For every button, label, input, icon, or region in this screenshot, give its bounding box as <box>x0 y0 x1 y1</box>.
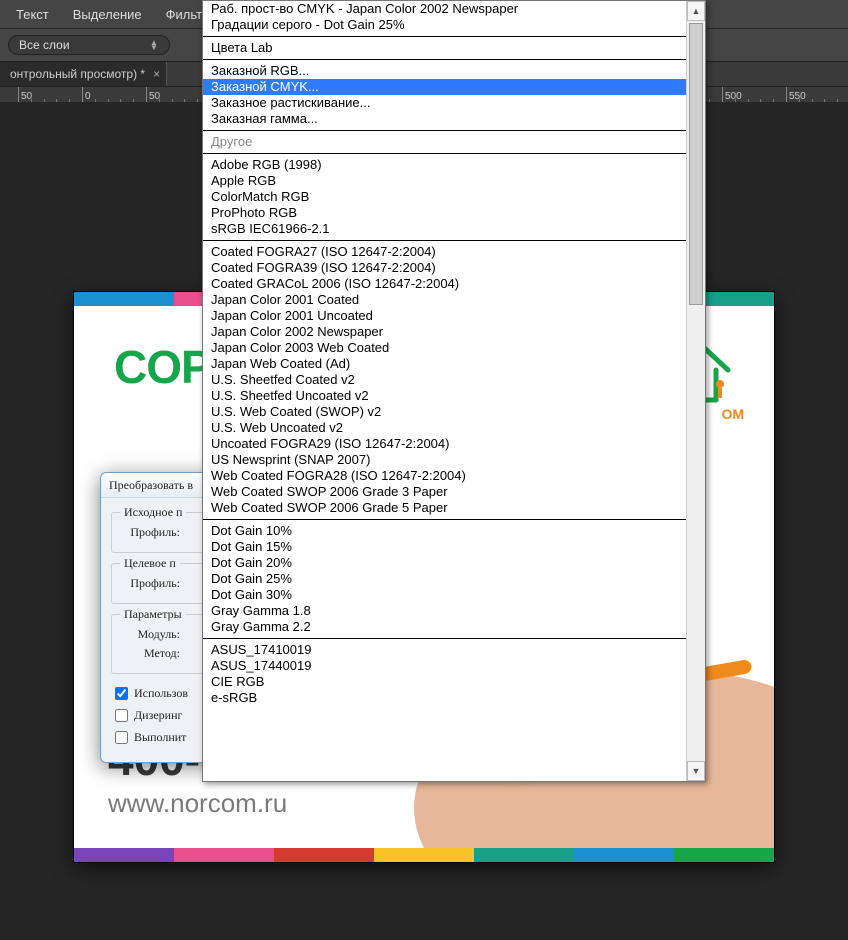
label-profile-dst: Профиль: <box>120 576 180 591</box>
checkbox-flatten-label: Выполнит <box>134 730 186 745</box>
color-stripe-bottom <box>74 848 774 862</box>
document-tab-title: онтрольный просмотр) * <box>10 67 145 81</box>
dropdown-item[interactable]: Japan Color 2003 Web Coated <box>203 340 687 356</box>
dropdown-item[interactable]: Заказной RGB... <box>203 63 687 79</box>
menu-select[interactable]: Выделение <box>61 3 154 26</box>
url-text: www.norcom.ru <box>108 788 287 819</box>
dropdown-separator <box>203 240 687 241</box>
dropdown-separator <box>203 638 687 639</box>
layer-selector-label: Все слои <box>19 38 70 52</box>
chevron-updown-icon: ▲▼ <box>149 40 159 50</box>
scroll-track[interactable] <box>687 21 705 761</box>
dropdown-separator <box>203 153 687 154</box>
dropdown-item[interactable]: Web Coated SWOP 2006 Grade 3 Paper <box>203 484 687 500</box>
dropdown-item[interactable]: Coated FOGRA27 (ISO 12647-2:2004) <box>203 244 687 260</box>
dropdown-item[interactable]: CIE RGB <box>203 674 687 690</box>
dropdown-item[interactable]: Dot Gain 25% <box>203 571 687 587</box>
dropdown-item[interactable]: Adobe RGB (1998) <box>203 157 687 173</box>
dropdown-separator <box>203 59 687 60</box>
dropdown-item[interactable]: Dot Gain 20% <box>203 555 687 571</box>
dropdown-item[interactable]: Uncoated FOGRA29 (ISO 12647-2:2004) <box>203 436 687 452</box>
label-profile-src: Профиль: <box>120 525 180 540</box>
dropdown-item[interactable]: ASUS_17410019 <box>203 642 687 658</box>
close-icon[interactable]: × <box>153 67 160 81</box>
dropdown-item[interactable]: Градации серого - Dot Gain 25% <box>203 17 687 33</box>
scroll-up-button[interactable]: ▲ <box>687 1 705 21</box>
dropdown-item[interactable]: ColorMatch RGB <box>203 189 687 205</box>
dropdown-separator <box>203 519 687 520</box>
legend-params: Параметры <box>120 607 186 622</box>
dropdown-item[interactable]: U.S. Sheetfed Coated v2 <box>203 372 687 388</box>
menu-text[interactable]: Текст <box>4 3 61 26</box>
dropdown-item[interactable]: Japan Color 2001 Uncoated <box>203 308 687 324</box>
dropdown-item[interactable]: U.S. Web Uncoated v2 <box>203 420 687 436</box>
dropdown-item[interactable]: Заказной CMYK... <box>203 79 687 95</box>
dropdown-item[interactable]: Gray Gamma 1.8 <box>203 603 687 619</box>
dropdown-item[interactable]: Coated FOGRA39 (ISO 12647-2:2004) <box>203 260 687 276</box>
scroll-down-button[interactable]: ▼ <box>687 761 705 781</box>
dropdown-item[interactable]: Apple RGB <box>203 173 687 189</box>
dropdown-item[interactable]: Web Coated SWOP 2006 Grade 5 Paper <box>203 500 687 516</box>
logo-text: COP <box>114 340 211 394</box>
dropdown-item[interactable]: sRGB IEC61966-2.1 <box>203 221 687 237</box>
dropdown-item[interactable]: Japan Color 2002 Newspaper <box>203 324 687 340</box>
legend-target: Целевое п <box>120 556 180 571</box>
dropdown-item[interactable]: Раб. прост-во CMYK - Japan Color 2002 Ne… <box>203 1 687 17</box>
scroll-thumb[interactable] <box>689 23 703 305</box>
dropdown-item[interactable]: U.S. Sheetfed Uncoated v2 <box>203 388 687 404</box>
label-module: Модуль: <box>120 627 180 642</box>
dropdown-item[interactable]: Japan Color 2001 Coated <box>203 292 687 308</box>
dropdown-item[interactable]: Gray Gamma 2.2 <box>203 619 687 635</box>
dropdown-item[interactable]: Dot Gain 10% <box>203 523 687 539</box>
dialog-title: Преобразовать в <box>109 478 193 493</box>
dropdown-separator <box>203 36 687 37</box>
dropdown-item[interactable]: Цвета Lab <box>203 40 687 56</box>
dropdown-item[interactable]: US Newsprint (SNAP 2007) <box>203 452 687 468</box>
dropdown-item[interactable]: Dot Gain 15% <box>203 539 687 555</box>
profile-dropdown[interactable]: Раб. прост-во CMYK - Japan Color 2002 Ne… <box>202 0 706 782</box>
dropdown-item[interactable]: ProPhoto RGB <box>203 205 687 221</box>
dropdown-item[interactable]: Coated GRACoL 2006 (ISO 12647-2:2004) <box>203 276 687 292</box>
legend-source: Исходное п <box>120 505 186 520</box>
dropdown-item[interactable]: Заказная гамма... <box>203 111 687 127</box>
dropdown-item[interactable]: e-sRGB <box>203 690 687 706</box>
dropdown-heading: Другое <box>203 134 687 150</box>
checkbox-use-label: Использов <box>134 686 188 701</box>
brand-suffix: OM <box>721 406 744 422</box>
dropdown-item[interactable]: Web Coated FOGRA28 (ISO 12647-2:2004) <box>203 468 687 484</box>
dropdown-item[interactable]: Japan Web Coated (Ad) <box>203 356 687 372</box>
dropdown-item[interactable]: U.S. Web Coated (SWOP) v2 <box>203 404 687 420</box>
dropdown-item[interactable]: Заказное растискивание... <box>203 95 687 111</box>
dropdown-item[interactable]: Dot Gain 30% <box>203 587 687 603</box>
document-tab[interactable]: онтрольный просмотр) * × <box>0 62 167 86</box>
dropdown-separator <box>203 130 687 131</box>
layer-selector[interactable]: Все слои ▲▼ <box>8 35 170 55</box>
dropdown-scrollbar[interactable]: ▲ ▼ <box>686 1 705 781</box>
label-method: Метод: <box>120 646 180 661</box>
dropdown-item[interactable]: ASUS_17440019 <box>203 658 687 674</box>
checkbox-dither-label: Дизеринг <box>134 708 182 723</box>
